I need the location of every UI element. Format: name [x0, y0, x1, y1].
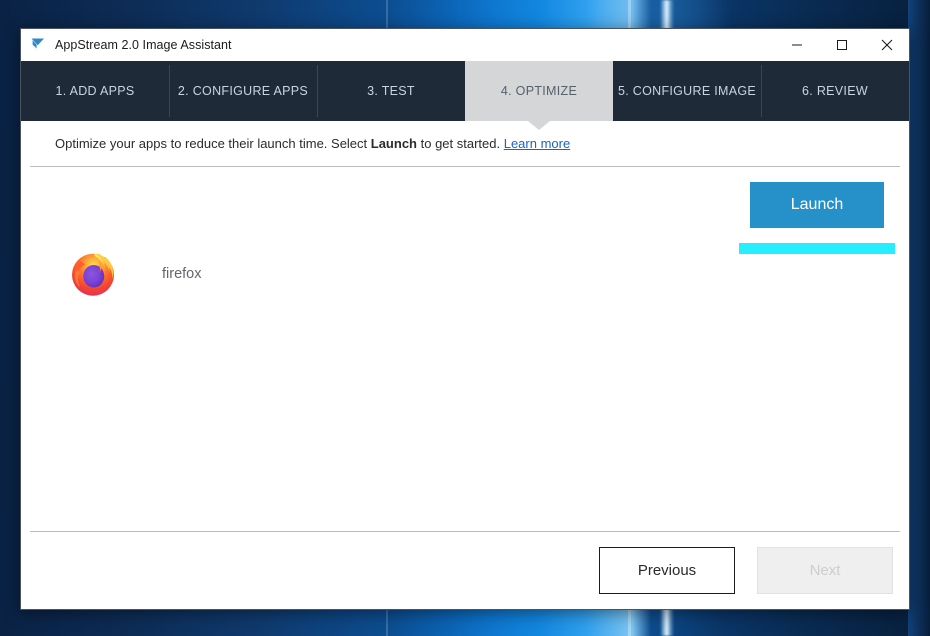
launch-button[interactable]: Launch: [750, 182, 884, 228]
tab-label: 1. ADD APPS: [55, 84, 135, 98]
optimize-app-list: firefox: [30, 244, 900, 304]
wizard-tab-strip: 1. ADD APPS 2. CONFIGURE APPS 3. TEST 4.…: [21, 61, 909, 130]
tab-label: 5. CONFIGURE IMAGE: [617, 84, 757, 98]
tab-add-apps[interactable]: 1. ADD APPS: [21, 61, 169, 121]
instruction-text: Optimize your apps to reduce their launc…: [55, 136, 570, 151]
active-tab-pointer-icon: [528, 121, 550, 130]
instruction-text-before: Optimize your apps to reduce their launc…: [55, 136, 371, 151]
minimize-icon: [791, 44, 802, 45]
learn-more-link[interactable]: Learn more: [504, 136, 570, 151]
close-icon: [881, 39, 892, 50]
tab-label: 2. CONFIGURE APPS: [177, 84, 309, 98]
maximize-icon: [836, 39, 847, 50]
appstream-logo-icon: [31, 38, 44, 51]
instruction-bar: Optimize your apps to reduce their launc…: [21, 121, 909, 166]
instruction-text-after: to get started.: [417, 136, 504, 151]
close-button[interactable]: [864, 29, 909, 60]
wizard-footer: Previous Next: [30, 531, 900, 609]
tab-configure-image[interactable]: 5. CONFIGURE IMAGE: [613, 61, 761, 121]
previous-button[interactable]: Previous: [599, 547, 735, 594]
main-content-area: Launch firefox: [30, 166, 900, 531]
instruction-emphasis: Launch: [370, 136, 417, 151]
firefox-icon: [72, 253, 114, 296]
tab-configure-apps[interactable]: 2. CONFIGURE APPS: [169, 61, 317, 121]
tab-label: 4. OPTIMIZE: [500, 84, 578, 98]
tab-label: 3. TEST: [367, 84, 415, 98]
minimize-button[interactable]: [774, 29, 819, 60]
wallpaper-band-right: [908, 0, 930, 636]
tab-label: 6. REVIEW: [802, 84, 868, 98]
list-item[interactable]: firefox: [30, 244, 900, 304]
window-title: AppStream 2.0 Image Assistant: [55, 37, 232, 52]
application-window: AppStream 2.0 Image Assistant 1. ADD APP…: [20, 28, 910, 610]
tab-optimize[interactable]: 4. OPTIMIZE: [465, 61, 613, 121]
tab-test[interactable]: 3. TEST: [317, 61, 465, 121]
maximize-button[interactable]: [819, 29, 864, 60]
app-name-label: firefox: [162, 266, 202, 282]
title-bar[interactable]: AppStream 2.0 Image Assistant: [21, 29, 909, 61]
next-button: Next: [757, 547, 893, 594]
tab-review[interactable]: 6. REVIEW: [761, 61, 909, 121]
